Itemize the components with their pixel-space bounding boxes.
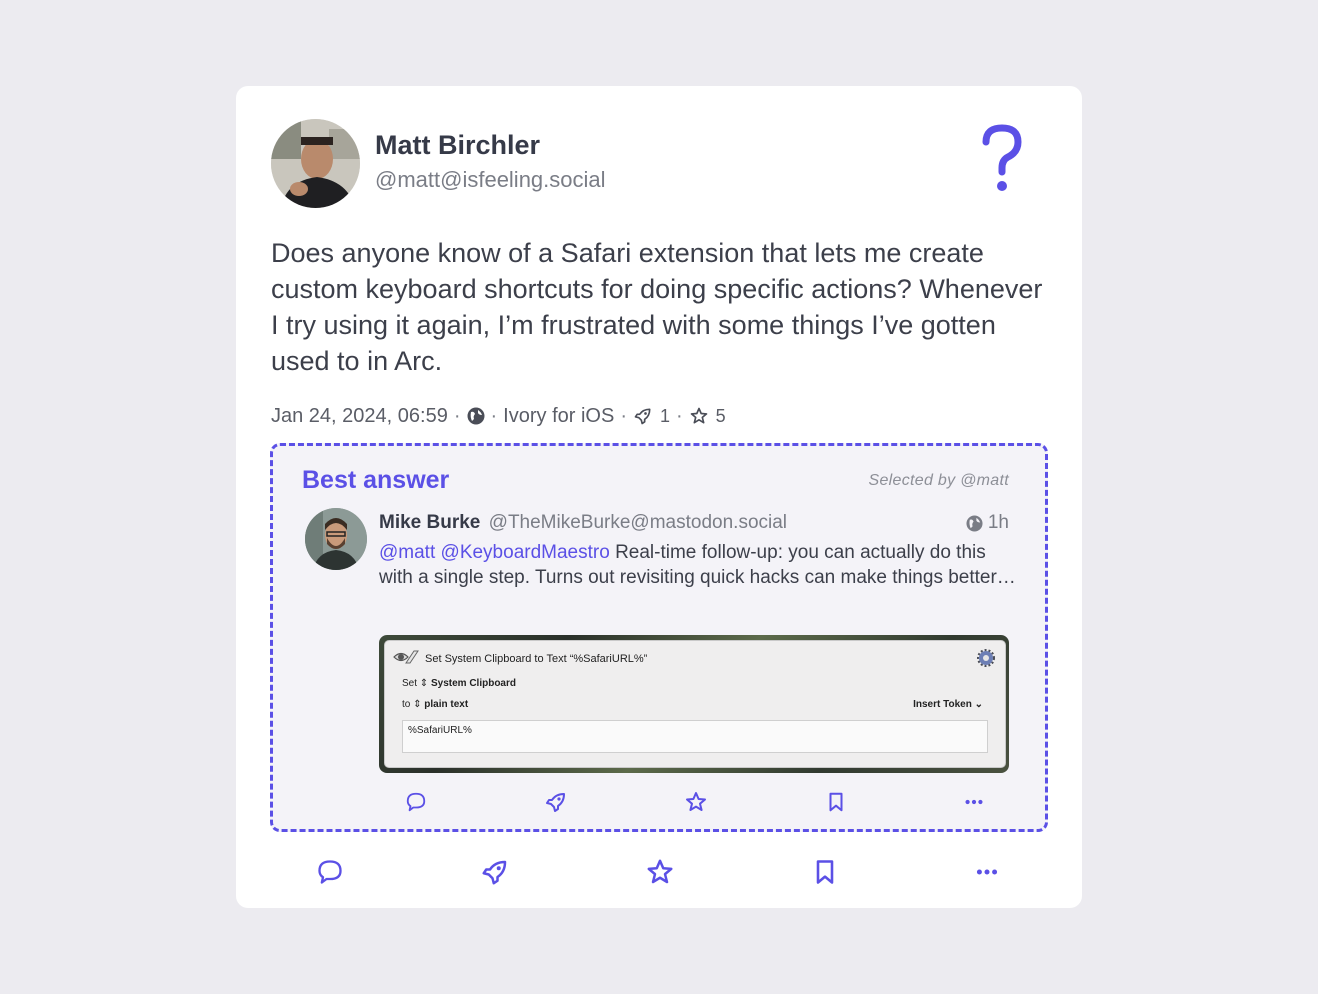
- favorite-button[interactable]: [645, 857, 675, 887]
- post-meta: Jan 24, 2024, 06:59 · · Ivory for iOS · …: [271, 404, 726, 428]
- author-avatar[interactable]: [271, 119, 360, 208]
- chevron-down-icon: ⌄: [974, 699, 983, 710]
- rocket-icon: [545, 793, 565, 812]
- ellipsis-icon: [965, 799, 983, 805]
- best-answer-selected-by: Selected by @matt: [868, 472, 1009, 489]
- post-timestamp[interactable]: Jan 24, 2024, 06:59: [271, 405, 448, 428]
- reply-action-bar: [405, 790, 985, 814]
- star-icon: [647, 859, 673, 884]
- to-label: to: [402, 699, 411, 710]
- reply-button[interactable]: [316, 858, 344, 886]
- star-icon: [690, 407, 708, 424]
- bookmark-icon: [828, 792, 843, 812]
- favorite-button[interactable]: [684, 790, 708, 814]
- reply-header: Mike Burke @TheMikeBurke@mastodon.social: [379, 512, 787, 534]
- rocket-icon: [482, 860, 506, 885]
- best-answer-title: Best answer: [302, 466, 450, 494]
- author-name[interactable]: Matt Birchler: [375, 130, 540, 161]
- reply-button[interactable]: [405, 791, 427, 813]
- clipboard-action-icon: [393, 650, 419, 664]
- reply-text: @matt @KeyboardMaestro Real-time follow-…: [379, 540, 1019, 590]
- set-row: Set ⇕ System Clipboard: [402, 678, 516, 689]
- bookmark-button[interactable]: [825, 791, 847, 813]
- updown-icon: ⇕: [419, 678, 429, 689]
- reply-author-avatar[interactable]: [305, 508, 367, 570]
- keyboard-maestro-action-panel: Set System Clipboard to Text “%SafariURL…: [384, 640, 1006, 768]
- mention-matt[interactable]: @matt: [379, 542, 435, 563]
- reply-time: 1h: [966, 512, 1009, 534]
- insert-token-label: Insert Token: [913, 699, 972, 710]
- best-answer-box: Best answer Selected by @matt Mike Burke…: [270, 443, 1048, 832]
- more-button[interactable]: [974, 859, 1000, 885]
- boost-icon: [634, 408, 651, 425]
- speech-bubble-icon: [318, 860, 342, 884]
- post-client: Ivory for iOS: [503, 404, 615, 427]
- post-card: Matt Birchler @matt@isfeeling.social Doe…: [236, 86, 1082, 908]
- post-body: Does anyone know of a Safari extension t…: [271, 238, 1043, 376]
- insert-token-menu: Insert Token ⌄: [913, 699, 983, 710]
- post-action-bar: [316, 857, 1000, 887]
- question-mark-icon: [974, 122, 1030, 194]
- star-icon: [686, 792, 706, 811]
- to-row: to ⇕ plain text: [402, 699, 468, 710]
- more-button[interactable]: [963, 791, 985, 813]
- reply-image-attachment[interactable]: Set System Clipboard to Text “%SafariURL…: [379, 635, 1009, 773]
- favorite-count: 5: [715, 405, 726, 426]
- set-label: Set: [402, 678, 418, 689]
- boost-button[interactable]: [480, 857, 510, 887]
- author-handle[interactable]: @matt@isfeeling.social: [375, 167, 606, 193]
- speech-bubble-icon: [406, 792, 426, 812]
- text-field-value: %SafariURL%: [408, 725, 472, 736]
- text-field: %SafariURL%: [402, 720, 988, 753]
- set-value: System Clipboard: [430, 678, 516, 689]
- bookmark-icon: [816, 860, 833, 884]
- mention-keyboard-maestro[interactable]: @KeyboardMaestro: [441, 542, 610, 563]
- reply-author-name[interactable]: Mike Burke: [379, 512, 480, 533]
- reply-author-handle[interactable]: @TheMikeBurke@mastodon.social: [489, 512, 787, 533]
- globe-icon: [966, 514, 983, 532]
- ellipsis-icon: [976, 869, 998, 875]
- globe-icon: [467, 407, 484, 425]
- reply-time-label: 1h: [987, 512, 1009, 533]
- gear-icon: [977, 649, 995, 667]
- to-value: plain text: [424, 699, 469, 710]
- action-title: Set System Clipboard to Text “%SafariURL…: [425, 653, 648, 665]
- boost-count: 1: [659, 405, 670, 426]
- updown-icon: ⇕: [413, 699, 422, 710]
- bookmark-button[interactable]: [811, 858, 839, 886]
- boost-button[interactable]: [544, 790, 568, 814]
